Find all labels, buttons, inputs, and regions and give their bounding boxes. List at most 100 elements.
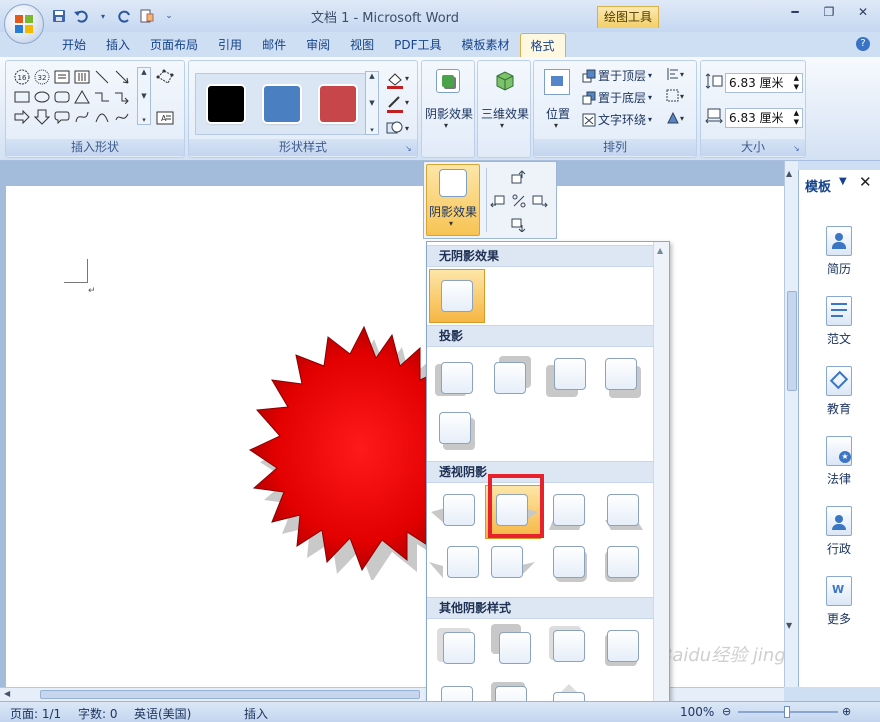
other-shadow-option-3[interactable]	[549, 626, 589, 668]
draw-textbox-icon[interactable]: A	[156, 111, 174, 128]
scroll-up-icon[interactable]: ▲	[141, 68, 146, 76]
no-shadow-option[interactable]	[429, 269, 485, 323]
elbow-arrow-shape-icon[interactable]	[112, 87, 131, 106]
spinner-icon[interactable]: ▲ ▼	[794, 109, 799, 127]
position-label[interactable]: 位置	[536, 105, 580, 122]
pane-item-admin[interactable]: 行政	[813, 506, 865, 570]
drop-shadow-option-4[interactable]	[603, 358, 643, 400]
vertical-scrollbar[interactable]: ▲ ▼	[784, 161, 798, 687]
rounded-rectangle-shape-icon[interactable]	[52, 87, 71, 106]
curve-shape-icon[interactable]	[72, 107, 91, 126]
dropdown-arrow-icon[interactable]: ▾	[554, 121, 558, 130]
pane-item-more[interactable]: W 更多	[813, 576, 865, 640]
drop-shadow-option-5[interactable]	[437, 412, 477, 452]
drop-shadow-option-3[interactable]	[546, 358, 589, 400]
rectangle-shape-icon[interactable]	[12, 87, 31, 106]
perspective-shadow-option-6[interactable]	[491, 544, 535, 584]
arrow-line-shape-icon[interactable]	[112, 67, 131, 86]
tab-page-layout[interactable]: 页面布局	[140, 33, 208, 57]
pane-item-law[interactable]: ★ 法律	[813, 436, 865, 500]
arc-shape-icon[interactable]	[92, 107, 111, 126]
position-icon[interactable]	[544, 69, 570, 95]
shadow-effects-label[interactable]: 阴影效果	[424, 105, 474, 122]
tab-view[interactable]: 视图	[340, 33, 384, 57]
tab-pdf-tools[interactable]: PDF工具	[384, 33, 451, 57]
dialog-launcher-icon[interactable]: ↘	[405, 144, 415, 154]
tab-insert[interactable]: 插入	[96, 33, 140, 57]
pane-item-resume[interactable]: 简历	[813, 226, 865, 290]
freeform-shape-icon[interactable]	[112, 107, 131, 126]
insert-mode[interactable]: 插入	[244, 705, 268, 722]
dropdown-arrow-icon[interactable]: ▾	[444, 121, 448, 130]
scroll-up-icon[interactable]: ▲	[369, 72, 374, 80]
nudge-shadow-left-icon[interactable]	[490, 194, 506, 211]
tab-review[interactable]: 审阅	[296, 33, 340, 57]
3d-effects-large-icon[interactable]	[494, 69, 516, 96]
perspective-shadow-option-4[interactable]	[603, 492, 643, 532]
star-16-shape-icon[interactable]: 16	[12, 67, 31, 86]
restore-icon[interactable]: ❐	[812, 0, 846, 24]
zoom-slider-handle[interactable]	[784, 706, 790, 718]
other-shadow-option-2[interactable]	[491, 624, 531, 668]
help-icon[interactable]: ?	[856, 37, 870, 51]
edit-shape-icon[interactable]	[156, 69, 176, 88]
zoom-in-icon[interactable]: ⊕	[842, 705, 851, 718]
scroll-down-icon[interactable]: ▼	[141, 92, 146, 100]
tab-home[interactable]: 开始	[52, 33, 96, 57]
send-to-back-button[interactable]: 置于底层 ▾	[582, 89, 652, 106]
nudge-shadow-right-icon[interactable]	[532, 194, 548, 211]
perspective-shadow-option-8[interactable]	[603, 544, 643, 584]
scroll-thumb[interactable]	[787, 291, 797, 391]
gallery-scrollbar[interactable]: ▲	[653, 242, 669, 721]
tab-format[interactable]: 格式	[519, 33, 566, 57]
h-scroll-thumb[interactable]	[40, 690, 420, 699]
group-objects-icon[interactable]: ▾	[666, 89, 688, 106]
elbow-connector-shape-icon[interactable]	[92, 87, 111, 106]
style-swatch-black[interactable]	[208, 86, 244, 122]
shape-gallery-scroll[interactable]: ▲ ▼ ▾	[137, 67, 151, 125]
callout-shape-icon[interactable]	[52, 107, 71, 126]
pane-menu-icon[interactable]: ▼	[839, 176, 847, 187]
pane-item-education[interactable]: 教育	[813, 366, 865, 430]
align-icon[interactable]: ▾	[666, 67, 688, 84]
perspective-shadow-option-7[interactable]	[549, 544, 589, 584]
down-arrow-shape-icon[interactable]	[32, 107, 51, 126]
close-icon[interactable]: ✕	[846, 0, 880, 24]
pane-close-icon[interactable]: ✕	[859, 173, 872, 191]
height-field[interactable]: 6.83 厘米 ▲ ▼	[725, 73, 803, 93]
shape-fill-icon[interactable]: ▾	[385, 71, 411, 92]
oval-shape-icon[interactable]	[32, 87, 51, 106]
bring-to-front-button[interactable]: 置于顶层 ▾	[582, 67, 652, 84]
star-32-shape-icon[interactable]: 32	[32, 67, 51, 86]
dialog-launcher-icon[interactable]: ↘	[793, 144, 803, 154]
shadow-effects-dropdown-button[interactable]: 阴影效果 ▾	[426, 164, 480, 236]
page-count[interactable]: 页面: 1/1	[10, 705, 61, 722]
line-shape-icon[interactable]	[92, 67, 111, 86]
minimize-icon[interactable]: ━	[778, 0, 812, 24]
perspective-shadow-option-5[interactable]	[429, 544, 479, 584]
drop-shadow-option-2[interactable]	[491, 356, 531, 400]
zoom-out-icon[interactable]: ⊖	[722, 705, 731, 718]
nudge-shadow-down-icon[interactable]	[510, 218, 526, 235]
dropdown-arrow-icon[interactable]: ▾	[500, 121, 504, 130]
rotate-icon[interactable]: ▾	[666, 111, 688, 128]
shadow-effects-large-icon[interactable]	[436, 69, 460, 93]
shape-outline-icon[interactable]: ▾	[385, 95, 411, 116]
drop-shadow-option-1[interactable]	[435, 360, 477, 400]
other-shadow-option-4[interactable]	[603, 628, 643, 668]
language-status[interactable]: 英语(美国)	[134, 705, 191, 722]
gallery-more-icon[interactable]: ▾	[370, 126, 374, 134]
nudge-shadow-up-icon[interactable]	[510, 170, 526, 187]
scroll-up-icon[interactable]: ▲	[786, 169, 792, 178]
textbox-shape-icon[interactable]	[52, 67, 71, 86]
style-gallery-scroll[interactable]: ▲ ▼ ▾	[365, 71, 379, 135]
scroll-down-icon[interactable]: ▼	[369, 99, 374, 107]
tab-mailings[interactable]: 邮件	[252, 33, 296, 57]
pane-item-sample[interactable]: 范文	[813, 296, 865, 360]
style-swatch-red[interactable]	[320, 86, 356, 122]
tab-template-materials[interactable]: 模板素材	[452, 33, 520, 57]
word-count[interactable]: 字数: 0	[78, 705, 118, 722]
triangle-shape-icon[interactable]	[72, 87, 91, 106]
scroll-down-icon[interactable]: ▼	[786, 621, 792, 630]
gallery-more-icon[interactable]: ▾	[142, 116, 146, 124]
